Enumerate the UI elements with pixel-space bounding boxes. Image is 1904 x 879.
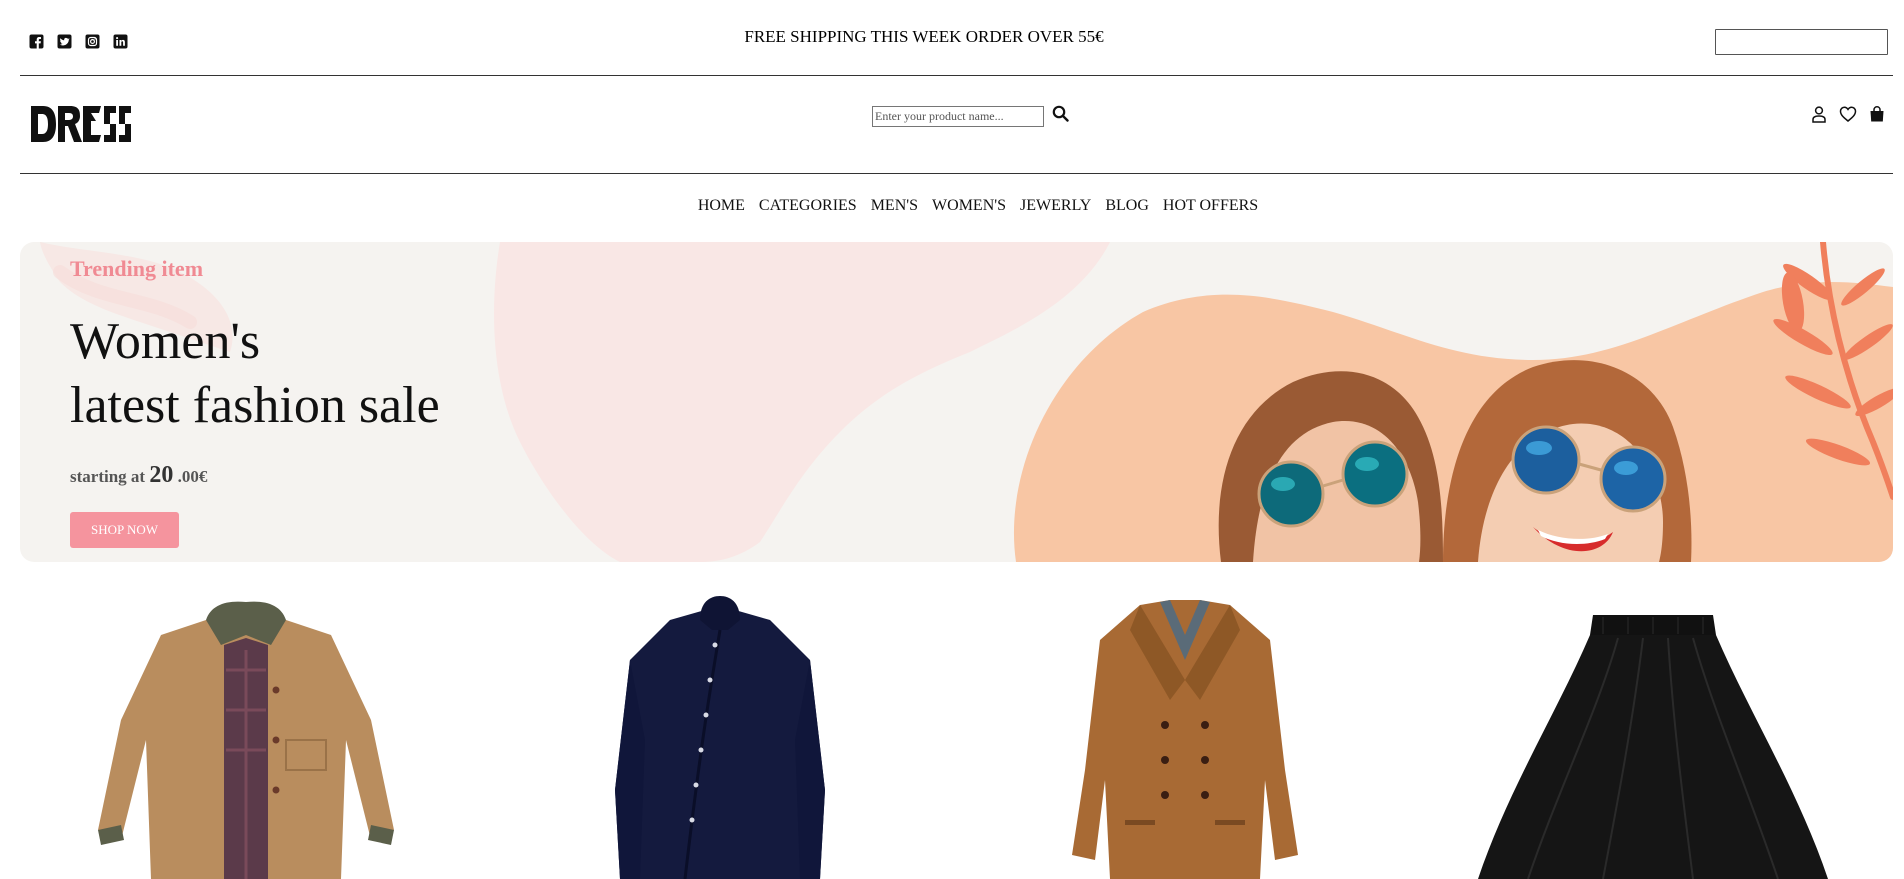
divider-header [20,173,1893,174]
nav-item-jewerly[interactable]: JEWERLY [1020,197,1091,215]
hero-banner: Trending item Women's latest fashion sal… [20,242,1893,562]
hero-eyebrow: Trending item [70,256,204,281]
search-icon[interactable] [1052,105,1069,127]
search-input[interactable] [872,105,1044,127]
heart-icon[interactable] [1839,105,1857,123]
product-row [0,590,1904,879]
logo[interactable] [29,104,133,149]
nav-item-categories[interactable]: CATEGORIES [759,197,857,215]
language-select[interactable] [1715,29,1888,55]
hero-models-image [1013,242,1893,562]
top-bar: FREE SHIPPING THIS WEEK ORDER OVER 55€ [0,0,1904,75]
nav-item-blog[interactable]: BLOG [1105,197,1149,215]
product-image-camel-coat[interactable] [1070,590,1300,879]
main-nav: HOME CATEGORIES MEN'S WOMEN'S JEWERLY BL… [0,197,1904,215]
hero-headline-line2: latest fashion sale [70,377,440,434]
price-fraction: .00€ [177,467,208,486]
shipping-announcement: FREE SHIPPING THIS WEEK ORDER OVER 55€ [744,27,1104,46]
product-image-tan-jacket[interactable] [96,590,396,879]
hero-headline-line1: Women's [70,313,261,370]
product-image-navy-shirt[interactable] [610,590,830,879]
nav-item-hot-offers[interactable]: HOT OFFERS [1163,197,1258,215]
nav-item-home[interactable]: HOME [698,197,745,215]
hero-headline: Women's latest fashion sale [70,310,440,438]
shopping-bag-icon[interactable] [1868,105,1886,123]
user-icon[interactable] [1810,105,1828,123]
product-image-black-skirt[interactable] [1478,590,1828,879]
price-whole: 20 [149,462,174,488]
divider-top [20,75,1893,76]
shop-now-button[interactable]: SHOP NOW [70,512,179,548]
search-bar [872,105,1069,127]
hero-price: starting at 20 .00€ [70,462,207,489]
header-actions [1810,105,1886,123]
nav-item-womens[interactable]: WOMEN'S [932,197,1006,215]
price-label: starting at [70,467,146,486]
nav-item-mens[interactable]: MEN'S [871,197,918,215]
